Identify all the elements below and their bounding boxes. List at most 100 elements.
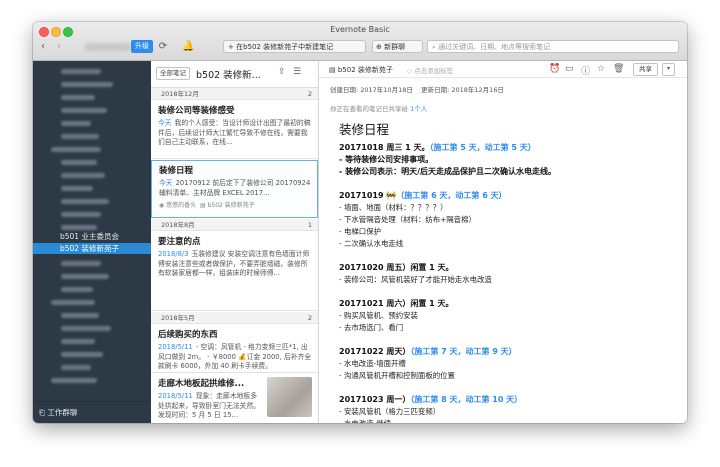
sidebar-item-blurred[interactable] xyxy=(61,225,97,230)
note-body-line-text: - 下水管隔音处理（材料：纺布+隔音棉） xyxy=(339,215,476,224)
note-body-line: - 电梯口保护 xyxy=(339,226,679,238)
updated-date: 更新日期: 2018年12月16日 xyxy=(421,86,504,94)
note-body-line: - 墙面、地面（材料：？？？？） xyxy=(339,202,679,214)
create-note-label: 在b502 装修新苑子中新建笔记 xyxy=(236,43,334,51)
note-body-line-text: - 安装风管机（格力三匹变频） xyxy=(339,407,441,416)
create-note-button[interactable]: + 在b502 装修新苑子中新建笔记 xyxy=(223,40,366,53)
note-snippet-text: 20170912 前后定下了装修公司 20170924 辅料清单、主材品牌 EX… xyxy=(159,179,311,197)
sidebar-item-blurred[interactable] xyxy=(51,147,101,152)
month-header: 2018年5月 2 xyxy=(151,312,318,324)
sidebar-item-blurred[interactable] xyxy=(61,95,95,100)
notebook-icon: ▤ xyxy=(200,202,208,209)
trash-icon[interactable]: 🗑 xyxy=(613,64,624,74)
note-info-icon[interactable]: ⓘ xyxy=(581,64,590,77)
note-body[interactable]: 20171018 周三 1 天。（施工第 5 天，动工第 5 天） - 等待装修公… xyxy=(339,142,679,423)
sidebar-item-blurred[interactable] xyxy=(61,108,107,113)
editor-notebook-label: b502 装修新苑子 xyxy=(337,66,393,74)
note-body-line-text: 20171018 周三 1 天。 xyxy=(339,143,430,152)
shortcut-icon[interactable]: ☆ xyxy=(597,64,605,74)
sidebar-item-blurred[interactable] xyxy=(61,261,101,266)
note-body-line-text: - 水电改造-墙面开槽 xyxy=(339,359,406,368)
note-body-line: - 二次确认水电走线 xyxy=(339,238,679,250)
sidebar-item-blurred[interactable] xyxy=(61,287,93,292)
note-title: 要注意的点 xyxy=(158,237,201,247)
note-title-field[interactable]: 装修日程 xyxy=(339,119,389,138)
sidebar-item-blurred[interactable] xyxy=(51,378,97,383)
sync-icon[interactable]: ⟳ xyxy=(157,40,169,54)
editor-notebook-selector[interactable]: ▤ b502 装修新苑子 xyxy=(329,65,393,75)
note-body-line-text: - 购买风管机、预约安装 xyxy=(339,311,418,320)
work-chat-footer[interactable]: ⎗ 工作群聊 xyxy=(33,401,151,423)
reminder-icon[interactable]: ⏰ xyxy=(549,64,560,74)
note-body-spacer xyxy=(339,334,679,346)
sidebar-notebook-b501[interactable]: b501 业主委员会 xyxy=(33,231,151,242)
note-body-line-highlight: （施工第 6 天，动工第 6 天） xyxy=(396,191,507,200)
note-body-line: - 水电改造-墙面开槽 xyxy=(339,358,679,370)
sidebar-item-blurred[interactable] xyxy=(61,186,93,191)
month-label: 2018年12月 xyxy=(161,90,199,98)
work-chat-button[interactable]: ⊕ 新群聊 xyxy=(372,40,423,53)
share-notebook-icon[interactable]: ⇪ xyxy=(278,67,286,77)
notebook-icon: ▤ xyxy=(329,66,338,74)
note-body-line-text: 20171020 周五）闲置 1 天。 xyxy=(339,263,454,272)
app-window: Evernote Basic ‹ › 升级 ⟳ 🔔 + 在b502 装修新苑子中… xyxy=(33,22,687,423)
note-body-line: - 水电改造-继续 xyxy=(339,418,679,423)
user-account-menu[interactable] xyxy=(85,43,131,51)
chevron-down-icon[interactable]: ▾ xyxy=(662,63,675,76)
view-options-icon[interactable]: ☰ xyxy=(293,67,301,77)
share-button[interactable]: 共享 xyxy=(633,63,658,76)
note-snippet: 2018/8/3 玉装修建议 安装空调注意有色墙面计师傅安装注意些或者做保护，不要… xyxy=(158,250,312,288)
back-arrow-icon[interactable]: ‹ xyxy=(38,40,48,54)
sidebar-item-blurred[interactable] xyxy=(61,82,113,87)
sidebar-item-blurred[interactable] xyxy=(61,365,91,370)
note-body-line-text: - 沟通风管机开槽和控制面板的位置 xyxy=(339,371,455,380)
notification-bell-icon[interactable]: 🔔 xyxy=(182,40,194,54)
sidebar-item-blurred[interactable] xyxy=(61,352,103,357)
sidebar-notebook-b502[interactable]: b502 装修新苑子 xyxy=(33,243,151,254)
note-body-spacer xyxy=(339,382,679,394)
sidebar-item-blurred[interactable] xyxy=(51,300,95,305)
sidebar-item-blurred[interactable] xyxy=(61,173,105,178)
note-author: 悠悠的香头 xyxy=(166,202,197,209)
sidebar-item-blurred[interactable] xyxy=(61,69,101,74)
all-notes-button[interactable]: 全部笔记 xyxy=(156,67,190,80)
forward-arrow-icon[interactable]: › xyxy=(54,40,64,54)
present-icon[interactable]: ▭ xyxy=(565,64,574,74)
shared-notice: 你正在查看的笔记已共享给 1个人 xyxy=(330,103,427,113)
tag-placeholder: 点击添加标签 xyxy=(414,67,454,75)
note-title: 后续购买的东西 xyxy=(158,330,218,340)
sidebar-item-blurred[interactable] xyxy=(61,134,99,139)
note-date: 今天 xyxy=(158,119,172,127)
sidebar-item-blurred[interactable] xyxy=(61,339,95,344)
sidebar-item-blurred[interactable] xyxy=(61,313,99,318)
note-title: 装修公司等装修感受 xyxy=(158,106,235,116)
note-card[interactable]: 后续购买的东西 2018/5/11- 空调：风管机 - 格力变频三匹*1, 出风… xyxy=(151,325,318,373)
note-card-selected[interactable]: 装修日程 今天 20170912 前后定下了装修公司 20170924 辅料清单、… xyxy=(151,160,318,218)
sidebar-item-blurred[interactable] xyxy=(61,121,91,126)
upgrade-button[interactable]: 升级 xyxy=(131,40,153,53)
shared-people-link[interactable]: 1个人 xyxy=(410,105,427,113)
note-card[interactable]: 装修公司等装修感受 今天 我的个人感受：当设计师设计出图了最初的稿件后，后续设计师… xyxy=(151,101,318,159)
note-card[interactable]: 要注意的点 2018/8/3 玉装修建议 安装空调注意有色墙面计师傅安装注意些或者… xyxy=(151,232,318,311)
search-input[interactable]: ⌕ 通过关键词、日期、地点等搜索笔记 xyxy=(427,40,679,53)
add-tag-input[interactable]: ◇ 点击添加标签 xyxy=(407,65,453,75)
note-body-line-text: 20171023 周一） xyxy=(339,395,411,404)
note-snippet: 2018/5/11- 空调：风管机 - 格力变频三匹*1, 出风口做到 2m。 … xyxy=(158,343,312,372)
note-body-line: - 下水管隔音处理（材料：纺布+隔音棉） xyxy=(339,214,679,226)
note-title: 走廊木地板起拱维修... xyxy=(158,379,245,389)
sidebar-item-blurred[interactable] xyxy=(61,212,101,217)
note-body-line: - 等待装修公司安排事项。 xyxy=(339,154,679,166)
sidebar-item-blurred[interactable] xyxy=(61,160,97,165)
sidebar-item-blurred[interactable] xyxy=(61,274,109,279)
note-card[interactable]: 走廊木地板起拱维修... 2018/5/11 现象：走廊木地板多处拱起来，导致卧室… xyxy=(151,374,318,423)
sidebar-item-blurred[interactable] xyxy=(61,199,109,204)
note-snippet-text: 我的个人感受：当设计师设计出图了最初的稿件后，后续设计师大江繁忙导致不修在线，需… xyxy=(158,119,311,146)
note-body-line: - 去市场选门、看门 xyxy=(339,322,679,334)
note-body-line: - 沟通风管机开槽和控制面板的位置 xyxy=(339,370,679,382)
sidebar-item-blurred[interactable] xyxy=(61,326,111,331)
note-dates: 创建日期: 2017年10月18日 更新日期: 2018年12月16日 xyxy=(330,84,504,94)
month-count: 2 xyxy=(307,314,312,322)
note-body-line-text: - 等待装修公司安排事项。 xyxy=(339,155,434,164)
note-body-line-text: - 装修公司表示：明天/后天走成品保护且二次确认水电走线。 xyxy=(339,167,557,176)
created-date: 创建日期: 2017年10月18日 xyxy=(330,86,413,94)
